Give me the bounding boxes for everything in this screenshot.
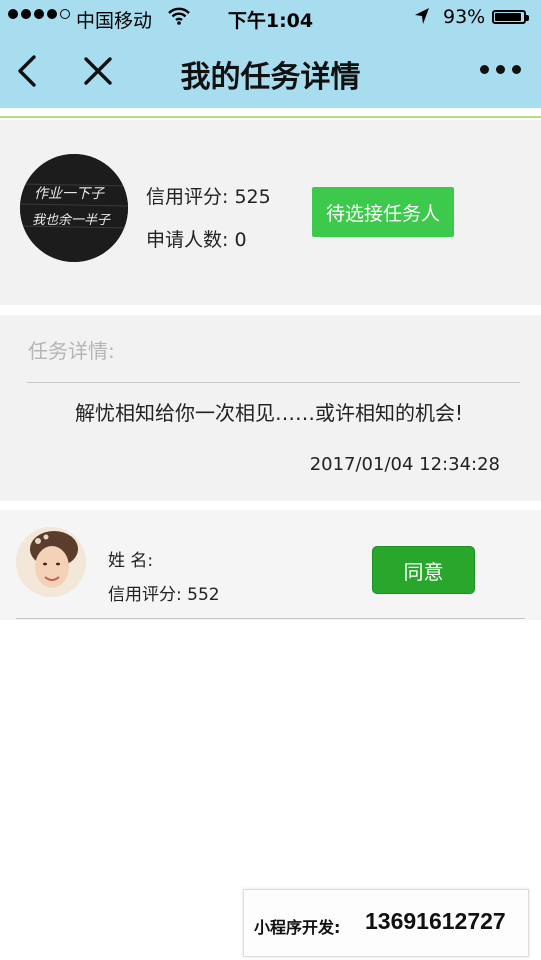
task-detail-label: 任务详情: [28,339,115,363]
agree-button[interactable]: 同意 [372,546,475,594]
nav-bar: 我的任务详情 [0,34,541,108]
developer-contact-label: 小程序开发: [254,918,341,937]
battery-fill [495,13,521,21]
battery-percent: 93% [443,6,486,28]
battery-icon [492,10,529,24]
applicant-credit-score: 信用评分: 552 [108,585,220,605]
task-date: 2017/01/04 12:34:28 [309,454,500,475]
status-bar: 中国移动 下午1:04 93% [0,0,541,34]
divider [16,618,525,619]
page-title: 我的任务详情 [180,60,361,95]
divider [27,382,520,383]
task-detail-card: 任务详情: 解忧相知给你一次相见……或许相知的机会! 2017/01/04 12… [0,315,541,501]
owner-credit-score: 信用评分: 525 [146,186,271,208]
developer-phone: 13691612727 [365,908,506,934]
select-assignee-button[interactable]: 待选接任务人 [312,187,454,237]
location-arrow-icon [414,7,430,30]
more-dot [480,65,489,74]
battery-nub [526,15,529,21]
more-dot [512,65,521,74]
applicant-photo [16,527,86,597]
svg-text:我也余一半子: 我也余一半子 [32,212,111,228]
applicant-row: 姓 名: 信用评分: 552 同意 [0,510,541,620]
task-owner-card: 作业一下子 我也余一半子 信用评分: 525 申请人数: 0 待选接任务人 [0,120,541,305]
avatar: 作业一下子 我也余一半子 [20,154,128,262]
svg-text:作业一下子: 作业一下子 [34,186,105,202]
more-dot [496,65,505,74]
developer-contact-badge: 小程序开发: 13691612727 [243,889,529,957]
more-dots-icon[interactable] [480,65,521,74]
accent-divider [0,116,541,118]
task-detail-content: 解忧相知给你一次相见……或许相知的机会! [75,401,464,425]
applicant-count: 申请人数: 0 [146,229,247,251]
chalkboard-avatar-image: 作业一下子 我也余一半子 [20,154,128,262]
avatar [16,527,86,597]
applicant-name-label: 姓 名: [108,551,154,571]
